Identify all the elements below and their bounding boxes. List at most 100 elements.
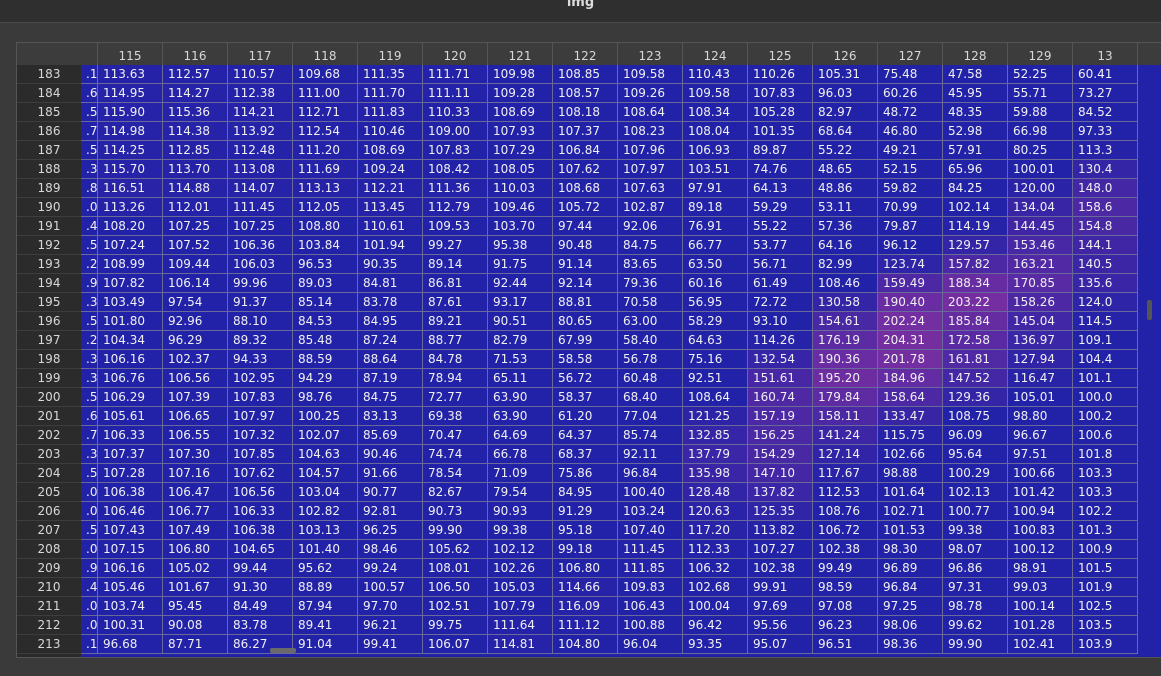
table-cell[interactable]: 70.99 [878,198,943,217]
column-header-cell[interactable]: 121 [488,43,553,65]
table-cell[interactable]: 79.36 [618,274,683,293]
table-cell[interactable]: 84.52 [1073,103,1138,122]
table-cell[interactable]: 111.45 [228,198,293,217]
table-cell[interactable]: 115.75 [878,426,943,445]
table-cell[interactable]: 49.21 [878,141,943,160]
table-cell[interactable]: 111.71 [423,65,488,84]
table-cell[interactable]: 114.81 [488,635,553,654]
table-cell[interactable]: 99.91 [748,578,813,597]
table-cell[interactable]: .64 [81,407,98,426]
row-header-cell[interactable]: 184 [17,84,81,103]
table-cell[interactable]: 108.20 [98,217,163,236]
table-cell[interactable]: 107.25 [163,217,228,236]
table-cell[interactable]: 109.58 [618,65,683,84]
column-header-cell[interactable]: 115 [98,43,163,65]
table-cell[interactable]: 101.9 [1073,578,1138,597]
table-cell[interactable]: 108.05 [488,160,553,179]
table-cell[interactable]: 158.6 [1073,198,1138,217]
table-cell[interactable]: 90.35 [358,255,423,274]
table-cell[interactable]: 184.96 [878,369,943,388]
table-cell[interactable]: 111.45 [618,540,683,559]
table-cell[interactable]: 48.35 [943,103,1008,122]
row-header-cell[interactable]: 207 [17,521,81,540]
table-cell[interactable]: 96.04 [618,635,683,654]
table-cell[interactable]: 46.80 [878,122,943,141]
table-cell[interactable]: 100.2 [1073,407,1138,426]
table-cell[interactable]: 135.98 [683,464,748,483]
row-header-cell[interactable]: 210 [17,578,81,597]
table-cell[interactable]: 160.74 [748,388,813,407]
table-cell[interactable]: 157.19 [748,407,813,426]
table-cell[interactable]: .77 [81,426,98,445]
table-cell[interactable]: 102.38 [748,559,813,578]
table-cell[interactable]: 94.33 [228,350,293,369]
table-cell[interactable]: 76.91 [683,217,748,236]
table-cell[interactable]: 99.03 [1008,578,1073,597]
table-cell[interactable]: 154.29 [748,445,813,464]
table-cell[interactable]: 90.93 [488,502,553,521]
table-cell[interactable]: 100.25 [293,407,358,426]
table-cell[interactable]: 137.79 [683,445,748,464]
column-header-cell[interactable]: 13 [1073,43,1138,65]
table-cell[interactable]: 113.70 [163,160,228,179]
table-cell[interactable]: 107.24 [98,236,163,255]
table-cell[interactable]: 85.14 [293,293,358,312]
table-cell[interactable]: 84.75 [358,388,423,407]
table-cell[interactable]: 106.93 [683,141,748,160]
table-cell[interactable]: 98.07 [943,540,1008,559]
table-cell[interactable]: .01 [81,540,98,559]
table-cell[interactable]: 68.40 [618,388,683,407]
table-cell[interactable]: 104.80 [553,635,618,654]
table-cell[interactable]: 111.83 [358,103,423,122]
row-header-cell[interactable]: 187 [17,141,81,160]
table-cell[interactable]: 104.65 [228,540,293,559]
table-cell[interactable]: 55.22 [748,217,813,236]
table-cell[interactable]: 47.58 [943,65,1008,84]
table-cell[interactable]: 101.1 [1073,369,1138,388]
table-cell[interactable]: 88.10 [228,312,293,331]
table-cell[interactable]: .69 [81,84,98,103]
table-cell[interactable]: 92.81 [358,502,423,521]
table-cell[interactable]: 106.56 [228,483,293,502]
table-cell[interactable]: 123.74 [878,255,943,274]
row-header-cell[interactable]: 213 [17,635,81,654]
table-cell[interactable]: 96.25 [358,521,423,540]
table-cell[interactable]: 82.67 [423,483,488,502]
table-cell[interactable]: 90.46 [358,445,423,464]
table-cell[interactable]: 65.96 [943,160,1008,179]
table-cell[interactable]: 71.53 [488,350,553,369]
table-cell[interactable]: 63.90 [488,388,553,407]
table-cell[interactable]: 56.72 [553,369,618,388]
table-cell[interactable]: 69.38 [423,407,488,426]
table-cell[interactable]: .50 [81,236,98,255]
table-cell[interactable]: 100.29 [943,464,1008,483]
table-cell[interactable]: 97.25 [878,597,943,616]
table-cell[interactable]: 108.85 [553,65,618,84]
table-cell[interactable]: 108.69 [358,141,423,160]
table-cell[interactable]: 98.80 [1008,407,1073,426]
table-cell[interactable]: 101.53 [878,521,943,540]
table-cell[interactable]: 102.87 [618,198,683,217]
table-cell[interactable]: 106.50 [423,578,488,597]
table-cell[interactable]: 103.24 [618,502,683,521]
table-cell[interactable]: 110.57 [228,65,293,84]
table-cell[interactable]: 102.82 [293,502,358,521]
table-cell[interactable]: 59.88 [1008,103,1073,122]
table-cell[interactable]: 127.14 [813,445,878,464]
table-cell[interactable]: 45.95 [943,84,1008,103]
row-header-cell[interactable]: 205 [17,483,81,502]
table-cell[interactable]: 107.40 [618,521,683,540]
table-cell[interactable]: 93.35 [683,635,748,654]
table-cell[interactable]: 107.39 [163,388,228,407]
table-cell[interactable]: 113.26 [98,198,163,217]
table-cell[interactable]: 59.82 [878,179,943,198]
table-cell[interactable]: 71.09 [488,464,553,483]
table-cell[interactable]: 95.62 [293,559,358,578]
table-cell[interactable]: 128.48 [683,483,748,502]
table-cell[interactable]: 106.72 [813,521,878,540]
table-cell[interactable]: 116.51 [98,179,163,198]
column-header-cell[interactable]: 123 [618,43,683,65]
table-cell[interactable]: 107.83 [423,141,488,160]
table-cell[interactable]: 96.23 [813,616,878,635]
table-cell[interactable]: 97.33 [1073,122,1138,141]
